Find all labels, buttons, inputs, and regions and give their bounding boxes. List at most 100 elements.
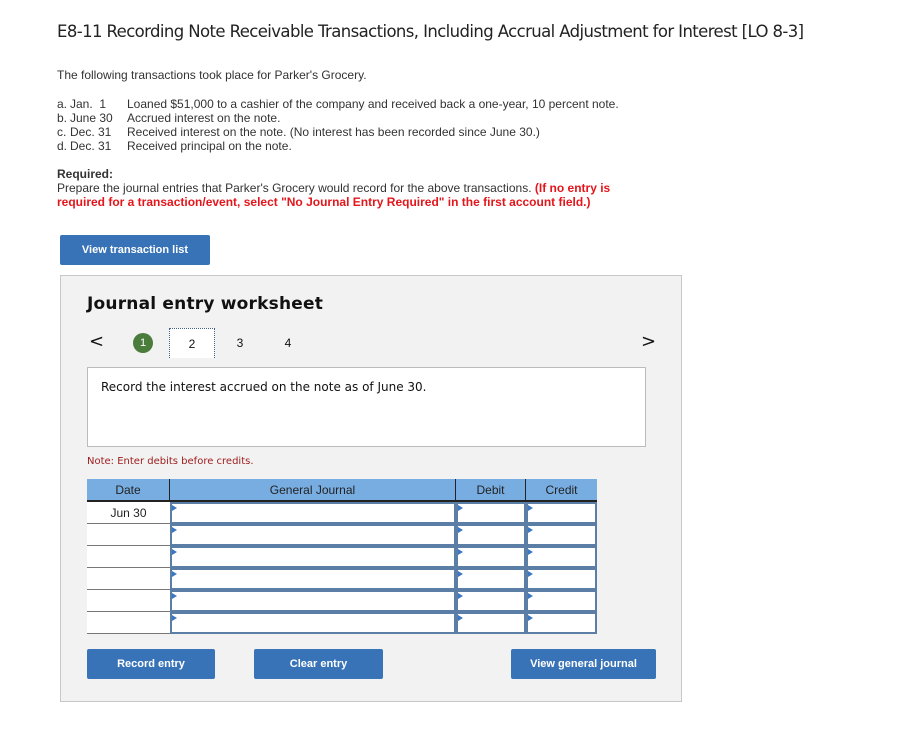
worksheet-title: Journal entry worksheet <box>87 294 324 314</box>
transaction-date: Dec. 31 <box>70 125 112 139</box>
debit-input[interactable] <box>458 592 524 610</box>
debit-cell[interactable] <box>456 524 526 546</box>
transaction-date: June 30 <box>70 111 113 125</box>
transaction-letter: d. <box>57 139 68 153</box>
column-header-date: Date <box>87 479 170 500</box>
journal-table: Date General Journal Debit Credit Jun 30 <box>87 479 597 634</box>
credit-cell[interactable] <box>526 546 597 568</box>
transaction-text: Loaned $51,000 to a cashier of the compa… <box>127 97 619 111</box>
chevron-left-icon[interactable]: < <box>89 331 104 352</box>
journal-header: Date General Journal Debit Credit <box>87 479 597 502</box>
credit-input[interactable] <box>528 614 595 632</box>
row-date <box>87 590 170 612</box>
dropdown-indicator-icon <box>172 615 177 621</box>
clear-entry-button[interactable]: Clear entry <box>254 649 383 679</box>
debit-input[interactable] <box>458 548 524 566</box>
account-dropdown[interactable] <box>170 546 456 568</box>
required-heading: Required: <box>57 167 114 181</box>
credit-input[interactable] <box>528 526 595 544</box>
dropdown-indicator-icon <box>528 571 533 577</box>
account-field[interactable] <box>172 592 454 610</box>
dropdown-indicator-icon <box>172 505 177 511</box>
step-4[interactable]: 4 <box>276 331 300 355</box>
account-dropdown[interactable] <box>170 568 456 590</box>
journal-row <box>87 524 597 546</box>
debit-input[interactable] <box>458 504 524 522</box>
dropdown-indicator-icon <box>172 571 177 577</box>
debit-cell[interactable] <box>456 546 526 568</box>
transaction-letter: b. <box>57 111 68 125</box>
row-date: Jun 30 <box>87 502 170 524</box>
transaction-letter: a. <box>57 97 68 111</box>
account-dropdown[interactable] <box>170 612 456 634</box>
credit-cell[interactable] <box>526 524 597 546</box>
transaction-item: d. Dec. 31 Received principal on the not… <box>57 139 619 153</box>
view-general-journal-button[interactable]: View general journal <box>511 649 656 679</box>
dropdown-indicator-icon <box>528 527 533 533</box>
credit-input[interactable] <box>528 570 595 588</box>
credit-input[interactable] <box>528 548 595 566</box>
journal-row <box>87 546 597 568</box>
account-dropdown[interactable] <box>170 524 456 546</box>
credit-cell[interactable] <box>526 612 597 634</box>
debit-credit-note: Note: Enter debits before credits. <box>87 456 254 467</box>
transaction-item: b. June 30 Accrued interest on the note. <box>57 111 619 125</box>
journal-row: Jun 30 <box>87 502 597 524</box>
dropdown-indicator-icon <box>458 549 463 555</box>
account-field[interactable] <box>172 614 454 632</box>
account-dropdown[interactable] <box>170 590 456 612</box>
debit-input[interactable] <box>458 614 524 632</box>
dropdown-indicator-icon <box>528 593 533 599</box>
transaction-text: Received interest on the note. (No inter… <box>127 125 540 139</box>
transaction-date: Jan. 1 <box>70 97 107 111</box>
debit-cell[interactable] <box>456 502 526 524</box>
account-field[interactable] <box>172 504 454 522</box>
account-field[interactable] <box>172 526 454 544</box>
required-section: Required: Prepare the journal entries th… <box>57 167 637 209</box>
transaction-letter: c. <box>57 125 67 139</box>
record-entry-button[interactable]: Record entry <box>87 649 215 679</box>
step-1-completed[interactable]: 1 <box>133 333 153 353</box>
dropdown-indicator-icon <box>528 615 533 621</box>
dropdown-indicator-icon <box>458 505 463 511</box>
debit-cell[interactable] <box>456 612 526 634</box>
step-3[interactable]: 3 <box>228 331 252 355</box>
debit-cell[interactable] <box>456 590 526 612</box>
chevron-right-icon[interactable]: > <box>641 331 656 352</box>
row-date <box>87 612 170 634</box>
row-date <box>87 568 170 590</box>
dropdown-indicator-icon <box>172 527 177 533</box>
dropdown-indicator-icon <box>172 549 177 555</box>
journal-row <box>87 568 597 590</box>
step-2-active[interactable]: 2 <box>169 328 215 358</box>
column-header-general-journal: General Journal <box>170 479 456 500</box>
debit-input[interactable] <box>458 570 524 588</box>
intro-text: The following transactions took place fo… <box>57 68 367 82</box>
debit-input[interactable] <box>458 526 524 544</box>
step-description: Record the interest accrued on the note … <box>101 380 427 394</box>
account-field[interactable] <box>172 548 454 566</box>
required-text: Prepare the journal entries that Parker'… <box>57 181 532 195</box>
transaction-item: a. Jan. 1 Loaned $51,000 to a cashier of… <box>57 97 619 111</box>
column-header-debit: Debit <box>456 479 526 500</box>
view-transaction-list-button[interactable]: View transaction list <box>60 235 210 265</box>
dropdown-indicator-icon <box>528 505 533 511</box>
account-dropdown[interactable] <box>170 502 456 524</box>
dropdown-indicator-icon <box>458 527 463 533</box>
transaction-text: Received principal on the note. <box>127 139 292 153</box>
credit-cell[interactable] <box>526 590 597 612</box>
account-field[interactable] <box>172 570 454 588</box>
credit-cell[interactable] <box>526 502 597 524</box>
transaction-item: c. Dec. 31 Received interest on the note… <box>57 125 619 139</box>
credit-input[interactable] <box>528 592 595 610</box>
transaction-text: Accrued interest on the note. <box>127 111 281 125</box>
row-date <box>87 524 170 546</box>
debit-cell[interactable] <box>456 568 526 590</box>
journal-row <box>87 590 597 612</box>
dropdown-indicator-icon <box>458 571 463 577</box>
credit-input[interactable] <box>528 504 595 522</box>
transaction-date: Dec. 31 <box>70 139 112 153</box>
dropdown-indicator-icon <box>458 593 463 599</box>
dropdown-indicator-icon <box>528 549 533 555</box>
credit-cell[interactable] <box>526 568 597 590</box>
